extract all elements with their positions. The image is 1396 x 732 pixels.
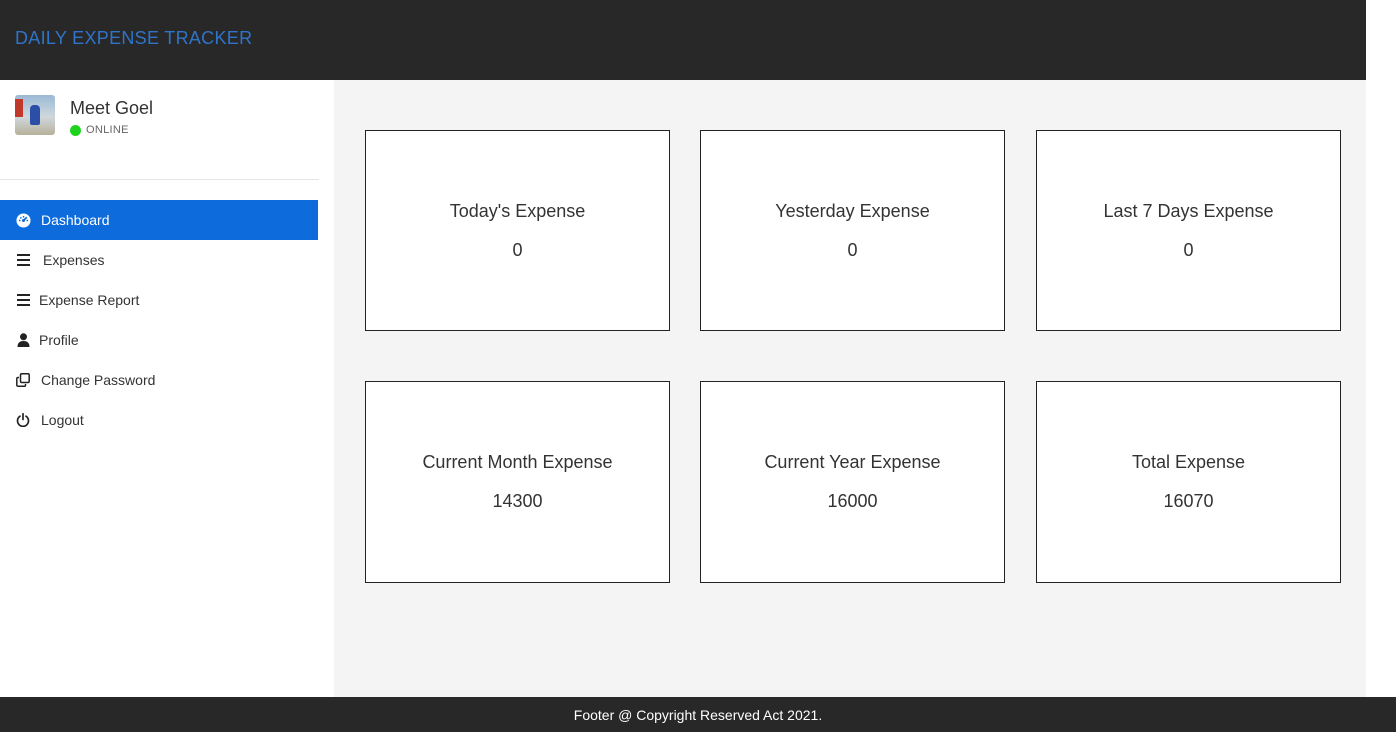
- card-current-month-expense: Current Month Expense 14300: [365, 381, 670, 583]
- power-icon: [15, 412, 31, 428]
- user-name: Meet Goel: [70, 98, 154, 118]
- sidebar-item-profile[interactable]: Profile: [0, 320, 318, 360]
- sidebar-item-label: Expense Report: [39, 292, 140, 308]
- sidebar-item-label: Logout: [41, 412, 84, 428]
- top-header: DAILY EXPENSE TRACKER: [0, 0, 1366, 80]
- list-icon: [15, 252, 31, 268]
- card-value: 0: [1183, 239, 1194, 260]
- card-title: Yesterday Expense: [775, 200, 930, 221]
- dashboard-main: Today's Expense 0 Yesterday Expense 0 La…: [334, 80, 1366, 697]
- avatar-figure: [30, 105, 40, 125]
- sidebar-item-label: Change Password: [41, 372, 156, 388]
- avatar-wall-decor: [15, 99, 23, 117]
- card-title: Current Month Expense: [422, 452, 613, 472]
- sidebar-item-dashboard[interactable]: Dashboard: [0, 200, 318, 240]
- sidebar-divider: [0, 179, 319, 180]
- list-icon: [15, 292, 31, 308]
- card-current-year-expense: Current Year Expense 16000: [700, 381, 1005, 583]
- sidebar: Meet Goel ONLINE Dashboard Expenses Expe…: [0, 80, 334, 697]
- footer-text: Footer @ Copyright Reserved Act 2021.: [573, 706, 823, 723]
- sidebar-item-label: Profile: [39, 332, 79, 348]
- card-last-7-days-expense: Last 7 Days Expense 0: [1036, 130, 1341, 331]
- sidebar-item-expense-report[interactable]: Expense Report: [0, 280, 318, 320]
- card-title: Today's Expense: [449, 200, 586, 221]
- sidebar-item-expenses[interactable]: Expenses: [0, 240, 318, 280]
- card-value: 16070: [1163, 491, 1214, 511]
- user-icon: [15, 332, 31, 348]
- card-todays-expense: Today's Expense 0: [365, 130, 670, 331]
- status-text: ONLINE: [86, 124, 129, 136]
- app-title[interactable]: DAILY EXPENSE TRACKER: [15, 28, 252, 49]
- card-title: Total Expense: [1131, 452, 1246, 472]
- card-value: 16000: [827, 491, 878, 511]
- sidebar-item-label: Dashboard: [41, 212, 110, 228]
- card-value: 0: [512, 239, 523, 260]
- card-yesterday-expense: Yesterday Expense 0: [700, 130, 1005, 331]
- sidebar-item-change-password[interactable]: Change Password: [0, 360, 318, 400]
- footer: Footer @ Copyright Reserved Act 2021.: [0, 697, 1396, 732]
- dashboard-icon: [15, 212, 31, 228]
- card-total-expense: Total Expense 16070: [1036, 381, 1341, 583]
- card-value: 14300: [492, 491, 543, 511]
- copy-icon: [15, 372, 31, 388]
- status-row: ONLINE: [70, 124, 129, 136]
- online-status-icon: [70, 124, 81, 136]
- sidebar-item-label: Expenses: [43, 252, 105, 268]
- sidebar-item-logout[interactable]: Logout: [0, 400, 318, 440]
- card-value: 0: [847, 239, 858, 260]
- sidebar-nav: Dashboard Expenses Expense Report Profil…: [0, 200, 318, 440]
- card-title: Last 7 Days Expense: [1103, 200, 1274, 221]
- avatar: [15, 95, 55, 135]
- card-title: Current Year Expense: [764, 452, 941, 472]
